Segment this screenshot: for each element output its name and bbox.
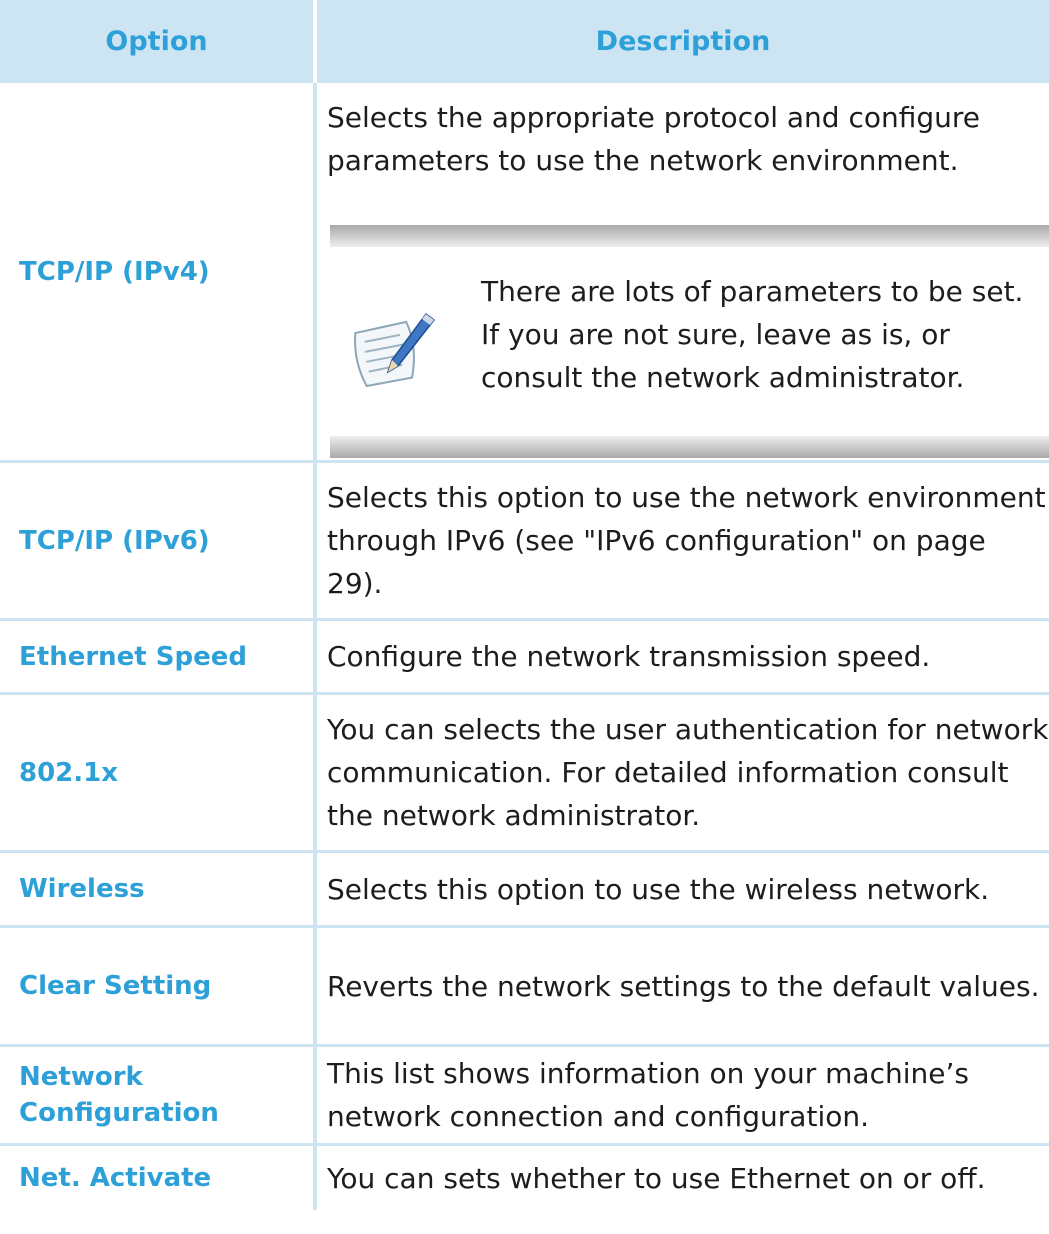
description-tcpip-ipv4: Selects the appropriate protocol and con… bbox=[327, 101, 981, 177]
description-clear-setting: Reverts the network settings to the defa… bbox=[327, 969, 1040, 1003]
note-text: There are lots of parameters to be set. … bbox=[481, 275, 1024, 394]
option-network-configuration: Network Configuration bbox=[19, 1062, 219, 1128]
column-header-description: Description bbox=[317, 0, 1049, 83]
description-network-configuration: This list shows information on your mach… bbox=[327, 1057, 969, 1133]
description-wireless: Selects this option to use the wireless … bbox=[327, 872, 990, 906]
option-tcpip-ipv4: TCP/IP (IPv4) bbox=[19, 256, 210, 287]
option-8021x: 802.1x bbox=[19, 757, 119, 788]
description-ethernet-speed: Configure the network transmission speed… bbox=[327, 640, 931, 673]
option-clear-setting: Clear Setting bbox=[19, 971, 212, 1001]
description-net-activate: You can sets whether to use Ethernet on … bbox=[327, 1161, 986, 1195]
note-pencil-icon bbox=[348, 310, 438, 390]
description-8021x: You can selects the user authentication … bbox=[327, 713, 1049, 832]
option-tcpip-ipv6: TCP/IP (IPv6) bbox=[19, 525, 210, 556]
note-bottom-bar bbox=[330, 436, 1049, 458]
option-net-activate: Net. Activate bbox=[19, 1163, 212, 1193]
note-top-bar bbox=[330, 225, 1049, 247]
option-ethernet-speed: Ethernet Speed bbox=[19, 641, 247, 672]
column-header-option: Option bbox=[0, 0, 313, 83]
option-wireless: Wireless bbox=[19, 874, 145, 904]
description-tcpip-ipv6: Selects this option to use the network e… bbox=[327, 481, 1046, 600]
note-box: There are lots of parameters to be set. … bbox=[330, 225, 1049, 458]
